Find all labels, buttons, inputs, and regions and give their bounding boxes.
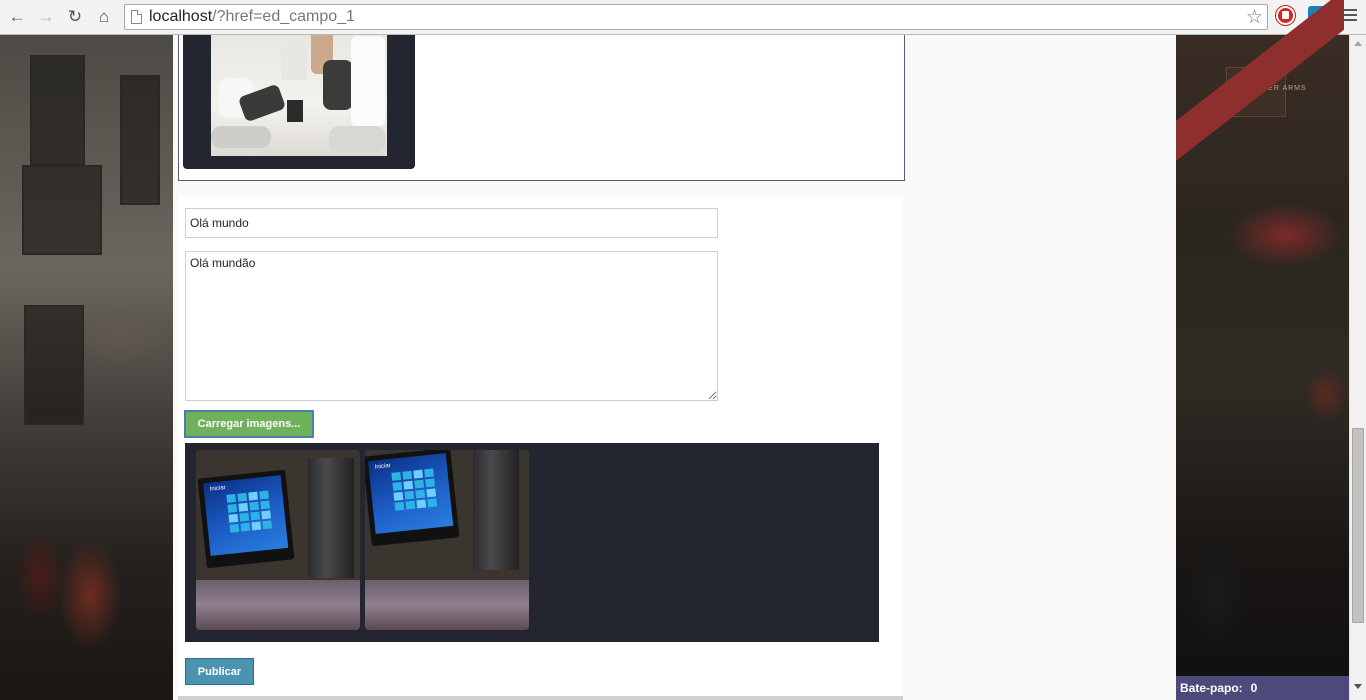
body-textarea[interactable]: Olá mundão bbox=[185, 251, 718, 401]
browser-toolbar: ← → ↻ ⌂ localhost/?href=ed_campo_1 ☆ bbox=[0, 0, 1366, 35]
upload-images-button[interactable]: Carregar imagens... bbox=[184, 410, 314, 438]
vertical-scrollbar[interactable] bbox=[1349, 35, 1366, 700]
gallery-image[interactable]: Iniciar bbox=[196, 450, 360, 630]
chat-bar[interactable]: Bate-papo: 0 bbox=[1176, 676, 1349, 700]
home-icon[interactable]: ⌂ bbox=[94, 7, 114, 27]
url-text: localhost/?href=ed_campo_1 bbox=[149, 8, 355, 25]
title-input[interactable] bbox=[185, 208, 718, 238]
background-image-left bbox=[0, 35, 173, 700]
post-image[interactable] bbox=[211, 35, 387, 156]
gallery-screen-label: Iniciar bbox=[374, 462, 391, 471]
main-content: Olá mundão Carregar imagens... Iniciar bbox=[173, 35, 1176, 700]
chat-label: Bate-papo: bbox=[1180, 681, 1243, 695]
hamburger-menu-icon[interactable] bbox=[1343, 9, 1357, 24]
post-image-frame bbox=[183, 35, 415, 169]
gallery-screen-label: Iniciar bbox=[209, 484, 226, 493]
star-icon[interactable]: ☆ bbox=[1246, 6, 1263, 29]
gallery-image[interactable]: Iniciar bbox=[365, 450, 529, 630]
publish-button[interactable]: Publicar bbox=[185, 658, 254, 685]
chat-count: 0 bbox=[1250, 681, 1258, 695]
post-form: Olá mundão Carregar imagens... Iniciar bbox=[178, 196, 903, 700]
post-card bbox=[178, 35, 905, 181]
forward-arrow-icon[interactable]: → bbox=[36, 7, 56, 27]
address-bar[interactable]: localhost/?href=ed_campo_1 ☆ bbox=[124, 4, 1268, 30]
image-gallery: Iniciar Iniciar bbox=[185, 443, 879, 642]
scroll-down-arrow-icon[interactable] bbox=[1354, 684, 1362, 689]
scroll-up-arrow-icon[interactable] bbox=[1354, 41, 1362, 46]
reload-icon[interactable]: ↻ bbox=[65, 7, 85, 27]
adblock-icon[interactable] bbox=[1276, 6, 1295, 25]
back-arrow-icon[interactable]: ← bbox=[7, 7, 27, 27]
scrollbar-thumb[interactable] bbox=[1352, 428, 1364, 623]
page-icon bbox=[131, 10, 142, 24]
background-image-right: LEICESTER ARMS bbox=[1176, 0, 1349, 676]
divider bbox=[178, 696, 903, 700]
